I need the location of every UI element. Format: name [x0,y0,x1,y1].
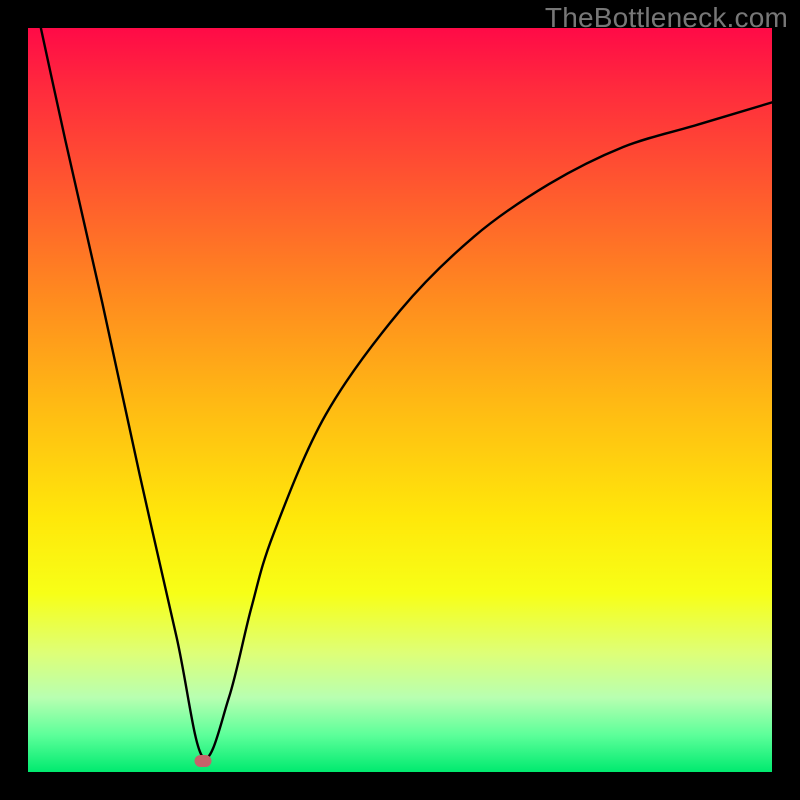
plot-area [28,28,772,772]
minimum-marker [194,755,211,767]
chart-frame: TheBottleneck.com [0,0,800,800]
curve-svg [28,28,772,772]
bottleneck-curve-path [28,28,772,759]
